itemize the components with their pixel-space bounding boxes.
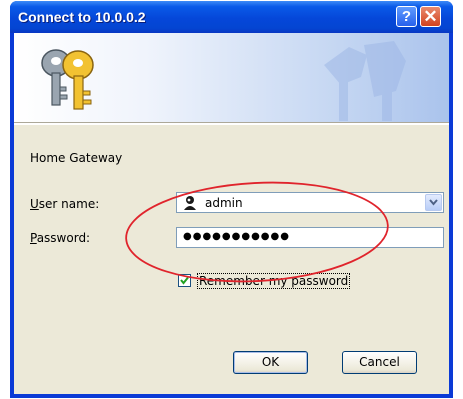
close-icon: ✕ bbox=[423, 7, 438, 26]
dialog-body: Home Gateway User name: admin Password: … bbox=[14, 33, 449, 394]
username-value: admin bbox=[205, 196, 243, 210]
remember-label[interactable]: Remember my password bbox=[197, 273, 351, 289]
connect-dialog-window: Connect to 10.0.0.2 ? ✕ Home Gateway Use… bbox=[10, 1, 453, 398]
username-label: User name: bbox=[30, 197, 100, 211]
title-bar[interactable]: Connect to 10.0.0.2 ? ✕ bbox=[10, 1, 453, 33]
keys-watermark-icon bbox=[324, 41, 406, 121]
user-icon bbox=[184, 196, 196, 210]
help-icon: ? bbox=[401, 8, 412, 25]
ok-button[interactable]: OK bbox=[233, 351, 308, 374]
chevron-down-icon bbox=[429, 199, 438, 206]
password-field[interactable]: ●●●●●●●●●●● bbox=[176, 227, 444, 248]
password-label: Password: bbox=[30, 231, 91, 245]
window-title: Connect to 10.0.0.2 bbox=[18, 9, 146, 25]
close-button[interactable]: ✕ bbox=[420, 6, 441, 27]
remember-checkbox[interactable] bbox=[178, 274, 191, 287]
username-dropdown-button[interactable] bbox=[425, 194, 442, 211]
cancel-button[interactable]: Cancel bbox=[342, 351, 417, 374]
username-combobox[interactable]: admin bbox=[176, 192, 444, 213]
site-name: Home Gateway bbox=[30, 151, 123, 165]
help-button[interactable]: ? bbox=[396, 6, 417, 27]
keys-icon bbox=[41, 49, 94, 110]
banner bbox=[14, 33, 449, 122]
banner-divider bbox=[14, 122, 449, 125]
checkmark-icon bbox=[180, 276, 189, 285]
